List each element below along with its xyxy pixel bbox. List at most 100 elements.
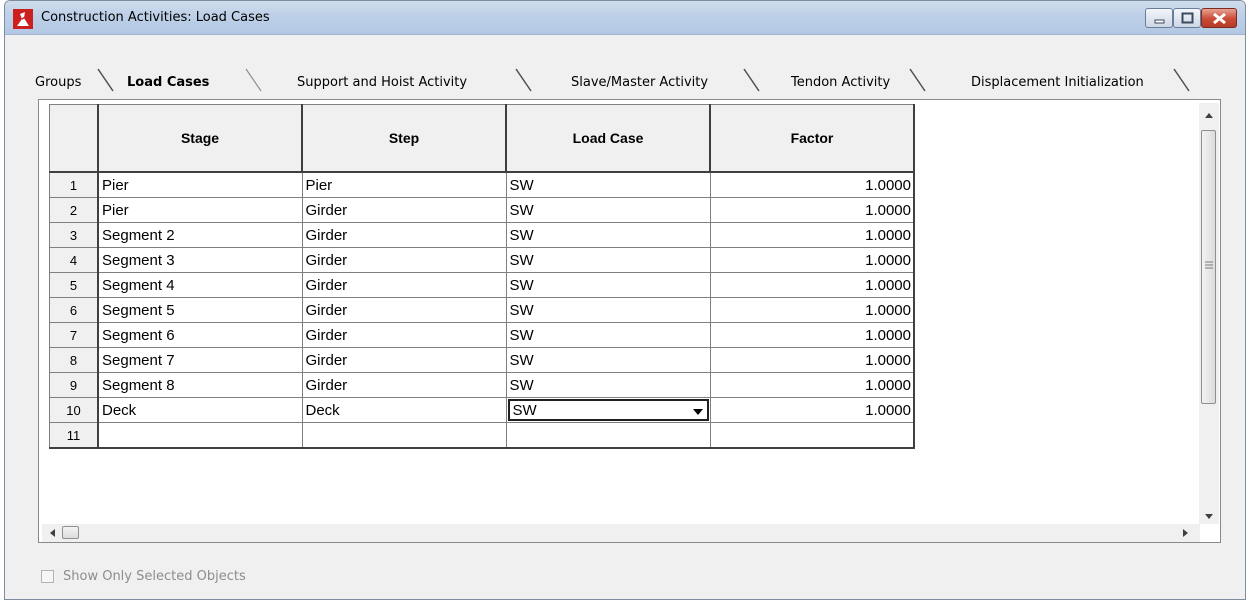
stage-cell[interactable] [97, 422, 303, 449]
title-bar[interactable]: Construction Activities: Load Cases [5, 1, 1245, 35]
tab-slave-master-label: Slave/Master Activity [571, 75, 709, 90]
tab-separator [1173, 68, 1190, 92]
step-cell[interactable]: Girder [301, 197, 507, 223]
dropdown-arrow-icon[interactable] [692, 407, 704, 417]
factor-cell[interactable] [709, 422, 915, 449]
step-cell[interactable]: Girder [301, 247, 507, 273]
row-number[interactable]: 3 [49, 222, 99, 248]
step-cell[interactable]: Girder [301, 222, 507, 248]
row-number[interactable]: 5 [49, 272, 99, 298]
tab-tendon-activity[interactable]: Tendon Activity [757, 61, 937, 99]
maximize-icon [1181, 12, 1194, 24]
tab-support-and-hoist-label: Support and Hoist Activity [297, 75, 468, 90]
load-cases-window: Construction Activities: Load Cases Grou… [4, 0, 1246, 600]
minimize-button[interactable] [1145, 8, 1173, 28]
load-case-dropdown-value: SW [512, 402, 537, 419]
stage-cell[interactable]: Segment 3 [97, 247, 303, 273]
step-cell[interactable]: Girder [301, 347, 507, 373]
column-header-stage[interactable]: Stage [97, 104, 303, 173]
show-only-selected-checkbox[interactable] [41, 570, 54, 583]
load-case-cell[interactable]: SW [505, 372, 711, 398]
tab-separator [97, 68, 114, 92]
stage-cell[interactable]: Deck [97, 397, 303, 423]
corner-header[interactable] [49, 104, 99, 173]
factor-cell[interactable]: 1.0000 [709, 322, 915, 348]
stage-cell[interactable]: Segment 8 [97, 372, 303, 398]
load-case-cell-editing[interactable]: SW [505, 397, 711, 423]
vertical-scrollbar[interactable] [1199, 103, 1219, 524]
stage-cell[interactable]: Segment 6 [97, 322, 303, 348]
column-header-step[interactable]: Step [301, 104, 507, 173]
row-number[interactable]: 10 [49, 397, 99, 423]
app-logo-icon [13, 9, 33, 29]
minimize-icon [1154, 19, 1165, 24]
factor-cell[interactable]: 1.0000 [709, 372, 915, 398]
factor-cell[interactable]: 1.0000 [709, 247, 915, 273]
factor-cell[interactable]: 1.0000 [709, 272, 915, 298]
header-row: Stage Step Load Case Factor [49, 104, 915, 173]
load-case-cell[interactable]: SW [505, 247, 711, 273]
horizontal-scrollbar[interactable] [42, 524, 1200, 542]
table-row: 1 Pier Pier SW 1.0000 [49, 171, 915, 198]
load-case-cell[interactable]: SW [505, 297, 711, 323]
tab-displacement-initialization[interactable]: Displacement Initialization [937, 61, 1197, 99]
step-cell[interactable] [301, 422, 507, 449]
column-header-load-case[interactable]: Load Case [505, 104, 711, 173]
scroll-down-arrow-icon[interactable] [1204, 513, 1214, 521]
row-number[interactable]: 7 [49, 322, 99, 348]
row-number[interactable]: 8 [49, 347, 99, 373]
factor-cell[interactable]: 1.0000 [709, 397, 915, 423]
row-number[interactable]: 2 [49, 197, 99, 223]
load-case-cell[interactable]: SW [505, 347, 711, 373]
load-case-cell[interactable]: SW [505, 272, 711, 298]
scroll-right-arrow-icon[interactable] [1182, 528, 1190, 538]
close-button[interactable] [1201, 8, 1237, 28]
scroll-left-arrow-icon[interactable] [48, 528, 56, 538]
table-row: 10 Deck Deck SW 1.0000 [49, 397, 915, 423]
tab-support-and-hoist-activity[interactable]: Support and Hoist Activity [277, 61, 537, 99]
step-cell[interactable]: Girder [301, 372, 507, 398]
stage-cell[interactable]: Pier [97, 171, 303, 198]
load-case-cell[interactable]: SW [505, 222, 711, 248]
vertical-scroll-thumb[interactable] [1201, 130, 1216, 404]
stage-cell[interactable]: Segment 2 [97, 222, 303, 248]
row-number[interactable]: 9 [49, 372, 99, 398]
load-case-cell[interactable]: SW [505, 322, 711, 348]
table-row: 9 Segment 8 Girder SW 1.0000 [49, 372, 915, 398]
show-only-selected-label: Show Only Selected Objects [63, 569, 246, 584]
row-number[interactable]: 6 [49, 297, 99, 323]
factor-cell[interactable]: 1.0000 [709, 171, 915, 198]
table-row: 6 Segment 5 Girder SW 1.0000 [49, 297, 915, 323]
factor-cell[interactable]: 1.0000 [709, 222, 915, 248]
load-case-cell[interactable] [505, 422, 711, 449]
step-cell[interactable]: Pier [301, 171, 507, 198]
factor-cell[interactable]: 1.0000 [709, 297, 915, 323]
factor-cell[interactable]: 1.0000 [709, 347, 915, 373]
load-case-cell[interactable]: SW [505, 197, 711, 223]
stage-cell[interactable]: Segment 7 [97, 347, 303, 373]
tab-separator [515, 68, 532, 92]
tab-load-cases[interactable]: Load Cases [127, 61, 277, 99]
grip-icon [1205, 261, 1213, 269]
stage-cell[interactable]: Pier [97, 197, 303, 223]
column-header-factor[interactable]: Factor [709, 104, 915, 173]
factor-cell[interactable]: 1.0000 [709, 197, 915, 223]
step-cell[interactable]: Girder [301, 297, 507, 323]
step-cell[interactable]: Girder [301, 272, 507, 298]
scroll-up-arrow-icon[interactable] [1204, 111, 1214, 119]
tab-slave-master-activity[interactable]: Slave/Master Activity [537, 61, 760, 99]
stage-cell[interactable]: Segment 5 [97, 297, 303, 323]
row-number[interactable]: 11 [49, 422, 99, 449]
load-cases-table: Stage Step Load Case Factor 1 Pier Pier … [49, 104, 915, 449]
maximize-button[interactable] [1173, 8, 1201, 28]
step-cell[interactable]: Deck [301, 397, 507, 423]
tab-groups[interactable]: Groups [35, 61, 125, 99]
table-row: 7 Segment 6 Girder SW 1.0000 [49, 322, 915, 348]
load-case-dropdown[interactable]: SW [507, 399, 709, 421]
row-number[interactable]: 1 [49, 171, 99, 198]
horizontal-scroll-thumb[interactable] [62, 526, 79, 539]
step-cell[interactable]: Girder [301, 322, 507, 348]
row-number[interactable]: 4 [49, 247, 99, 273]
load-case-cell[interactable]: SW [505, 171, 711, 198]
stage-cell[interactable]: Segment 4 [97, 272, 303, 298]
